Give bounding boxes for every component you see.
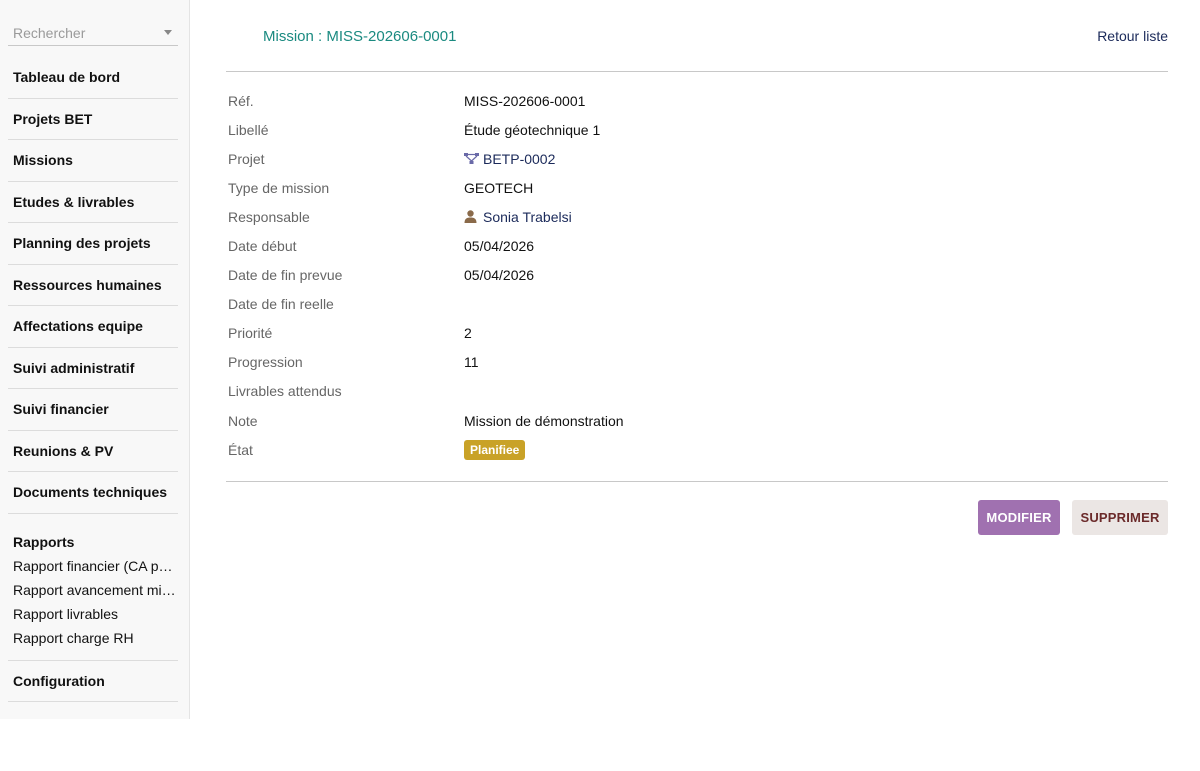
edit-button[interactable]: MODIFIER [978,500,1060,535]
field-row-projet: Projet BETP-0002 [228,144,1128,173]
project-tree-icon [464,152,479,164]
sidebar-item-missions[interactable]: Missions [8,140,178,182]
field-row-libelle: Libellé Étude géotechnique 1 [228,115,1128,144]
sidebar-item-suivi-administratif[interactable]: Suivi administratif [8,348,178,389]
divider [226,481,1168,482]
field-label: Libellé [228,121,269,138]
back-to-list-link[interactable]: Retour liste [1097,28,1168,44]
sidebar-item-planning[interactable]: Planning des projets [8,223,178,265]
field-value: Mission de démonstration [464,412,624,429]
field-row-date-fin-reelle: Date de fin reelle [228,290,1128,319]
field-row-date-debut: Date début 05/04/2026 [228,231,1128,260]
sidebar-group-rapports: Rapports Rapport financier (CA par proje… [8,514,178,661]
sidebar-item-affectations[interactable]: Affectations equipe [8,306,178,348]
field-value: GEOTECH [464,179,534,196]
sidebar-item-etudes-livrables[interactable]: Etudes & livrables [8,182,178,223]
sidebar-subitem-label: Rapport charge RH [13,629,134,646]
sidebar: Rechercher Tableau de bord Projets BET M… [0,0,190,719]
field-row-progression: Progression 11 [228,348,1128,377]
field-value: 11 [464,354,479,371]
detail-fields: Réf. MISS-202606-0001 Libellé Étude géot… [228,86,1128,464]
field-row-date-fin-prevue: Date de fin prevue 05/04/2026 [228,261,1128,290]
sidebar-subitem-label: Rapport financier (CA par projet) [13,557,178,574]
sidebar-subitem-rapport-livrables[interactable]: Rapport livrables [8,602,178,626]
sidebar-subitem-rapport-avancement[interactable]: Rapport avancement missions [8,578,178,602]
field-label: Livrables attendus [228,383,342,400]
field-value: 05/04/2026 [464,267,535,284]
field-label: Priorité [228,325,273,342]
user-icon [464,210,477,224]
field-label: Projet [228,150,265,167]
project-link-label: BETP-0002 [483,150,556,167]
sidebar-subitem-label: Rapport livrables [13,605,119,622]
field-row-responsable: Responsable Sonia Trabelsi [228,202,1128,231]
chevron-down-icon [164,30,172,35]
user-link-label: Sonia Trabelsi [483,208,572,225]
delete-button[interactable]: SUPPRIMER [1072,500,1168,535]
sidebar-item-rapports[interactable]: Rapports [8,514,178,554]
field-label: Note [228,412,258,429]
field-value: 2 [464,325,472,342]
field-row-ref: Réf. MISS-202606-0001 [228,86,1128,115]
sidebar-item-tableau-de-bord[interactable]: Tableau de bord [8,57,178,99]
field-value: Étude géotechnique 1 [464,121,601,138]
sidebar-item-configuration[interactable]: Configuration [8,661,178,702]
sidebar-subitem-label: Rapport avancement missions [13,581,178,598]
field-label: Responsable [228,208,310,225]
divider [226,71,1168,72]
field-row-type: Type de mission GEOTECH [228,173,1128,202]
sidebar-item-ressources-humaines[interactable]: Ressources humaines [8,265,178,306]
page-title: Mission : MISS-202606-0001 [263,28,457,45]
field-label: État [228,441,253,458]
field-label: Date début [228,238,297,255]
sidebar-subitem-rapport-charge-rh[interactable]: Rapport charge RH [8,626,178,650]
field-row-note: Note Mission de démonstration [228,406,1128,435]
sidebar-menu: Tableau de bord Projets BET Missions Etu… [8,57,178,702]
field-row-priorite: Priorité 2 [228,319,1128,348]
sidebar-item-documents[interactable]: Documents techniques [8,472,178,514]
search-select[interactable]: Rechercher [8,20,178,46]
field-label: Date de fin prevue [228,267,343,284]
field-row-etat: État Planifiee [228,435,1128,464]
field-label: Type de mission [228,179,330,196]
project-link[interactable]: BETP-0002 [464,151,555,167]
sidebar-item-reunions[interactable]: Reunions & PV [8,431,178,472]
sidebar-subitem-rapport-financier[interactable]: Rapport financier (CA par projet) [8,554,178,578]
field-label: Date de fin reelle [228,296,334,313]
field-label: Progression [228,354,303,371]
sidebar-item-projets-bet[interactable]: Projets BET [8,99,178,140]
field-row-livrables: Livrables attendus [228,377,1128,406]
sidebar-item-suivi-financier[interactable]: Suivi financier [8,389,178,431]
status-wrapper: Planifiee [464,439,526,460]
user-link[interactable]: Sonia Trabelsi [464,209,572,225]
search-placeholder: Rechercher [13,25,86,41]
field-value: 05/04/2026 [464,238,535,255]
field-label: Réf. [228,92,254,109]
status-badge: Planifiee [464,439,526,460]
field-value: MISS-202606-0001 [464,92,586,109]
